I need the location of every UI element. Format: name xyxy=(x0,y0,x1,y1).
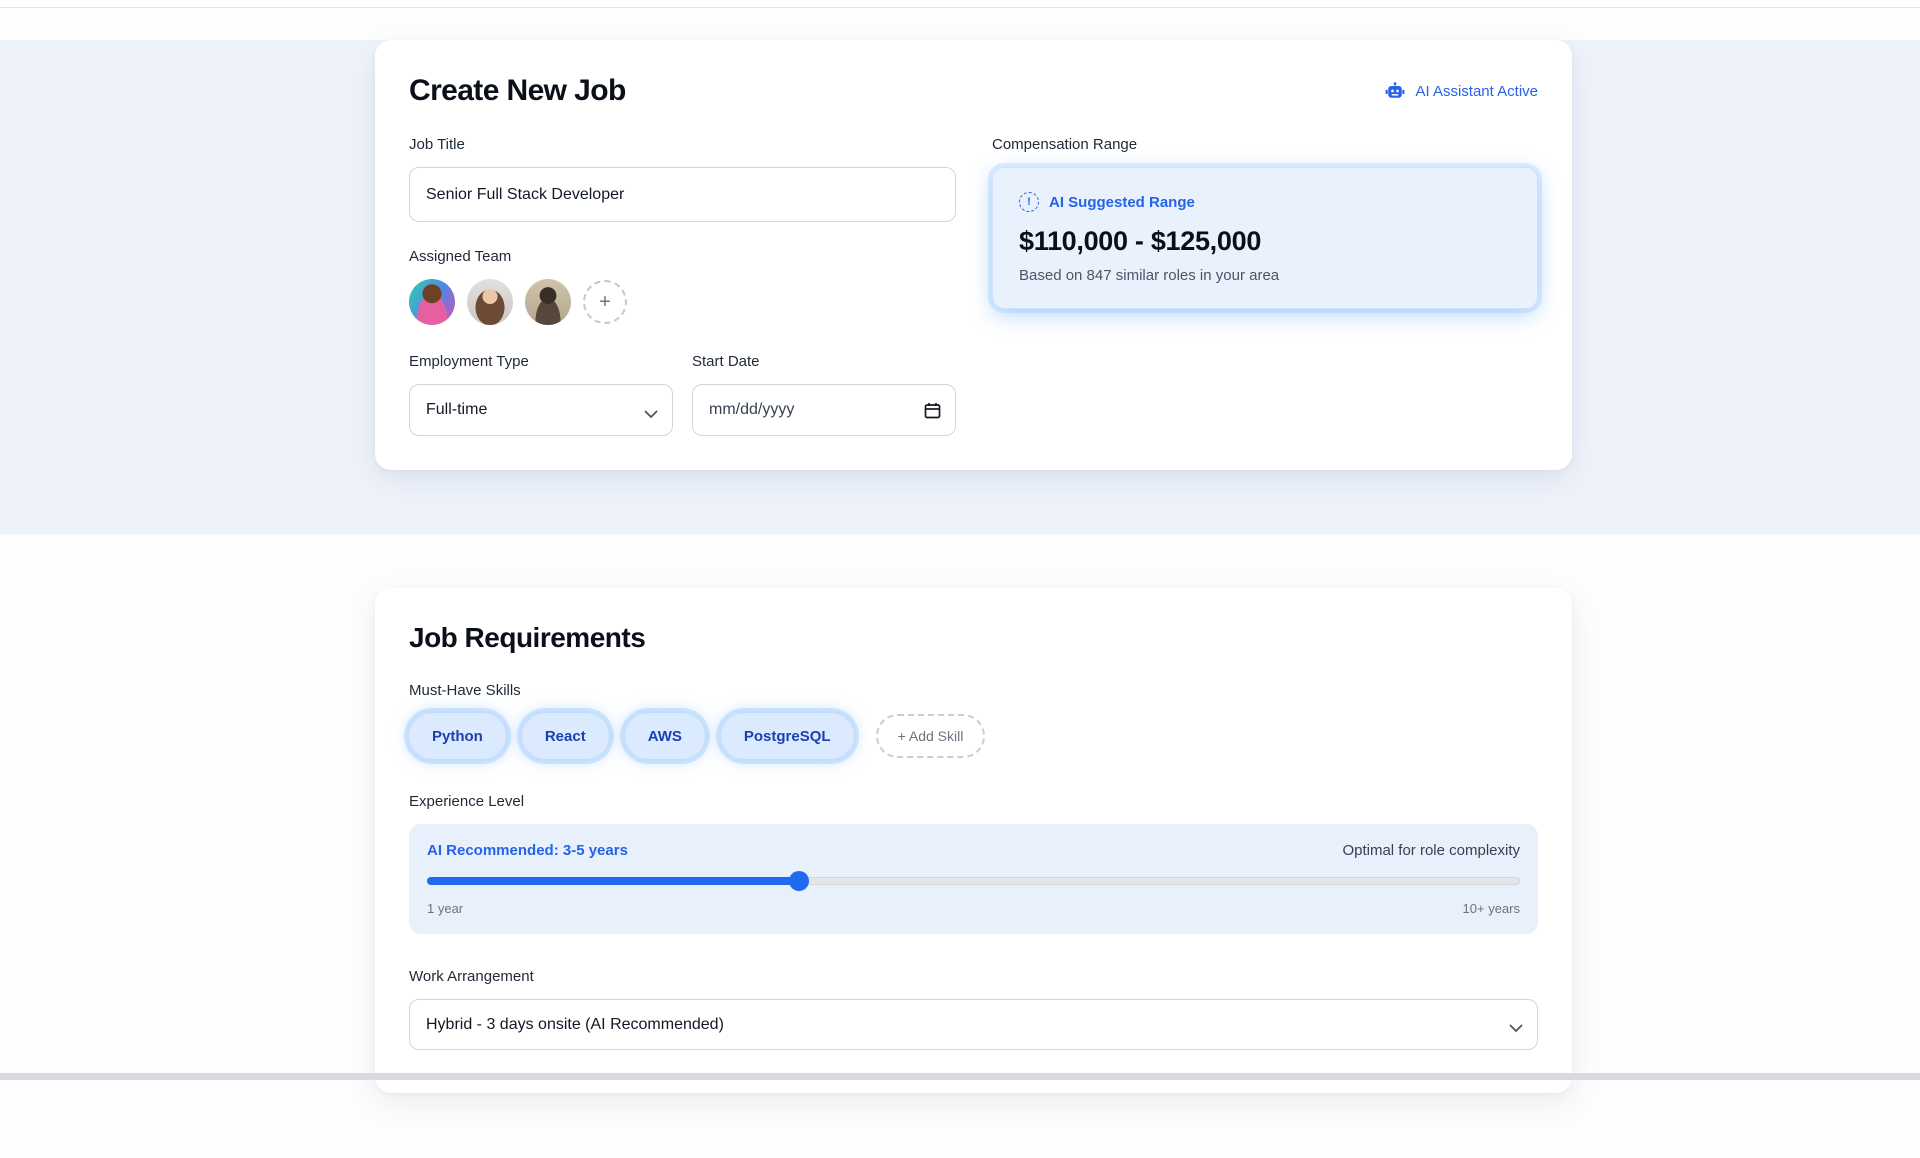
assigned-team-row: + xyxy=(409,279,956,325)
chevron-down-icon xyxy=(1509,1020,1523,1029)
section-create-job: Create New Job xyxy=(0,40,1920,534)
job-title-label: Job Title xyxy=(409,136,956,153)
experience-level-label: Experience Level xyxy=(409,793,1538,810)
experience-slider-panel: AI Recommended: 3-5 years Optimal for ro… xyxy=(409,824,1538,934)
employment-type-label: Employment Type xyxy=(409,353,673,370)
info-icon: ! xyxy=(1019,192,1039,212)
skill-chip-python[interactable]: Python xyxy=(409,713,506,759)
assigned-team-label: Assigned Team xyxy=(409,248,956,265)
ai-recommendation-text: AI Recommended: 3-5 years xyxy=(427,842,628,859)
start-date-input[interactable]: mm/dd/yyyy xyxy=(692,384,956,436)
job-requirements-title: Job Requirements xyxy=(409,622,1538,654)
add-skill-button[interactable]: + Add Skill xyxy=(876,714,986,758)
slider-min-label: 1 year xyxy=(427,901,463,916)
chevron-down-icon xyxy=(644,406,658,415)
compensation-caption: Based on 847 similar roles in your area xyxy=(1019,267,1511,284)
experience-slider-thumb[interactable] xyxy=(789,871,809,891)
add-team-member-button[interactable]: + xyxy=(583,280,627,324)
must-have-skills-label: Must-Have Skills xyxy=(409,682,1538,699)
plus-icon: + xyxy=(599,292,611,312)
compensation-label: Compensation Range xyxy=(992,136,1538,153)
create-job-left-column: Job Title Assigned Team + xyxy=(409,136,956,436)
create-job-right-column: Compensation Range ! AI Suggested Range … xyxy=(992,136,1538,436)
employment-type-select[interactable]: Full-time xyxy=(409,384,673,436)
job-requirements-card: Job Requirements Must-Have Skills Python… xyxy=(375,588,1572,1093)
skill-chip-react[interactable]: React xyxy=(522,713,609,759)
page: Create New Job xyxy=(0,0,1920,1080)
skill-chip-postgresql[interactable]: PostgreSQL xyxy=(721,713,854,759)
ai-suggested-range-panel: ! AI Suggested Range $110,000 - $125,000… xyxy=(992,167,1538,309)
skills-chip-row: Python React AWS PostgreSQL + Add Skill xyxy=(409,713,1538,759)
browser-bottom-edge xyxy=(0,1073,1920,1080)
job-title-input[interactable] xyxy=(409,167,956,222)
browser-top-edge xyxy=(0,0,1920,8)
skill-chip-aws[interactable]: AWS xyxy=(625,713,705,759)
work-arrangement-select[interactable]: Hybrid - 3 days onsite (AI Recommended) xyxy=(409,999,1538,1050)
employment-type-value: Full-time xyxy=(426,401,487,419)
ai-assistant-badge-label[interactable]: AI Assistant Active xyxy=(1415,83,1538,100)
team-member-avatar-2[interactable] xyxy=(467,279,513,325)
employment-type-field: Employment Type Full-time xyxy=(409,353,673,436)
slider-max-label: 10+ years xyxy=(1463,901,1520,916)
robot-icon xyxy=(1384,82,1406,100)
work-arrangement-label: Work Arrangement xyxy=(409,968,1538,985)
start-date-label: Start Date xyxy=(692,353,956,370)
create-job-title: Create New Job xyxy=(409,74,626,108)
ai-suggested-range-label: AI Suggested Range xyxy=(1049,194,1195,211)
slider-hint-text: Optimal for role complexity xyxy=(1342,842,1520,859)
start-date-placeholder: mm/dd/yyyy xyxy=(709,401,794,419)
work-arrangement-value: Hybrid - 3 days onsite (AI Recommended) xyxy=(426,1016,724,1034)
experience-slider[interactable] xyxy=(427,871,1520,891)
team-member-avatar-1[interactable] xyxy=(409,279,455,325)
experience-slider-fill xyxy=(427,877,799,885)
calendar-icon[interactable] xyxy=(924,402,941,419)
team-member-avatar-3[interactable] xyxy=(525,279,571,325)
ai-assistant-badge: AI Assistant Active xyxy=(1384,82,1538,100)
start-date-field: Start Date mm/dd/yyyy xyxy=(692,353,956,436)
compensation-range-value: $110,000 - $125,000 xyxy=(1019,226,1511,257)
create-job-card: Create New Job xyxy=(375,40,1572,470)
